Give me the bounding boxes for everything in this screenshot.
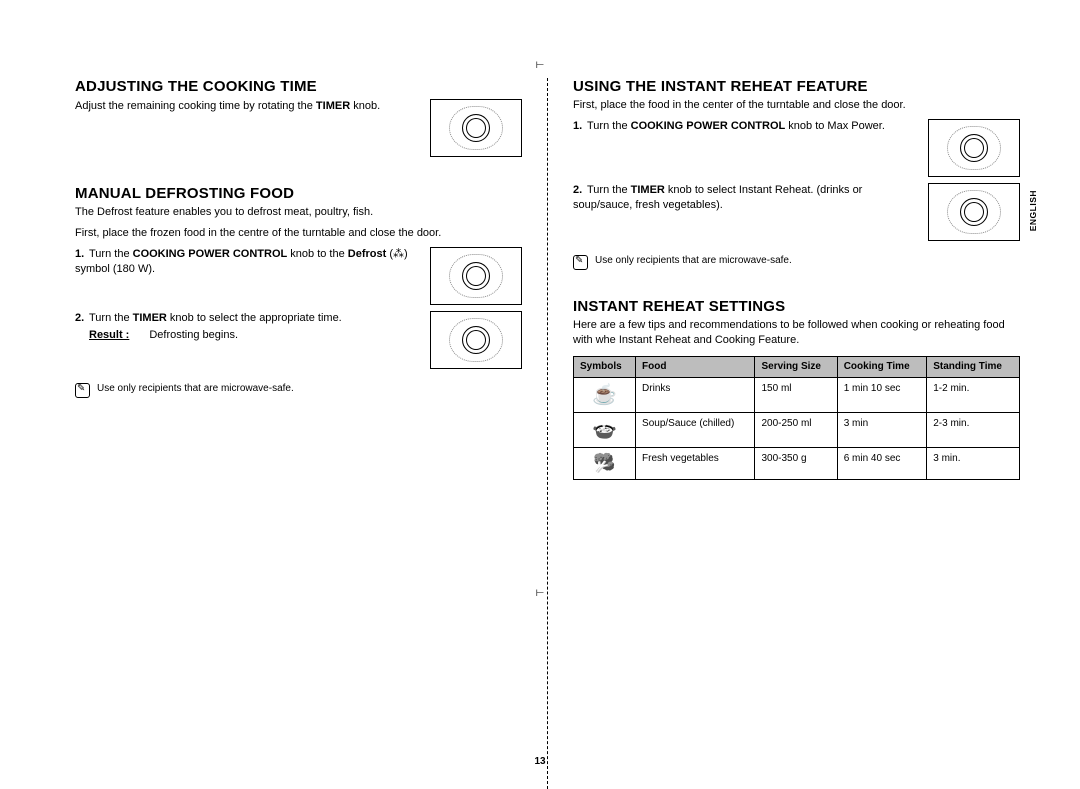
table-row: Drinks 150 ml 1 min 10 sec 1-2 min. bbox=[574, 377, 1020, 412]
reheat-step-2: 2.Turn the TIMER knob to select Instant … bbox=[573, 183, 1020, 241]
defrost-step-2: 2.Turn the TIMER knob to select the appr… bbox=[75, 311, 522, 369]
reheat-step-1: 1.Turn the COOKING POWER CONTROL knob to… bbox=[573, 119, 1020, 177]
defrost-desc2: First, place the frozen food in the cent… bbox=[75, 226, 522, 241]
power-dial-icon bbox=[430, 247, 522, 305]
t: TIMER bbox=[631, 184, 665, 196]
step-text: 2.Turn the TIMER knob to select Instant … bbox=[573, 183, 928, 213]
t: Defrost bbox=[348, 248, 387, 260]
num: 1. bbox=[75, 247, 89, 262]
symbol-cell bbox=[574, 447, 636, 480]
settings-table: Symbols Food Serving Size Cooking Time S… bbox=[573, 356, 1020, 481]
th-food: Food bbox=[636, 356, 755, 377]
adjust-text: Adjust the remaining cooking time by rot… bbox=[75, 99, 430, 114]
settings-desc: Here are a few tips and recommendations … bbox=[573, 318, 1020, 348]
table-row: Fresh vegetables 300-350 g 6 min 40 sec … bbox=[574, 447, 1020, 480]
size-cell: 200-250 ml bbox=[755, 412, 837, 447]
result-text: Defrosting begins. bbox=[149, 329, 238, 341]
page-body: ADJUSTING THE COOKING TIME Adjust the re… bbox=[0, 0, 1080, 789]
th-symbols: Symbols bbox=[574, 356, 636, 377]
timer-dial-icon bbox=[430, 311, 522, 369]
symbol-cell bbox=[574, 412, 636, 447]
table-row: Soup/Sauce (chilled) 200-250 ml 3 min 2-… bbox=[574, 412, 1020, 447]
right-column: USING THE INSTANT REHEAT FEATURE First, … bbox=[547, 78, 1020, 789]
result-line: Result : Defrosting begins. bbox=[75, 328, 422, 343]
bowl-icon bbox=[592, 420, 617, 440]
heading-reheat: USING THE INSTANT REHEAT FEATURE bbox=[573, 78, 1020, 95]
t: Turn the bbox=[587, 184, 631, 196]
adjust-row: Adjust the remaining cooking time by rot… bbox=[75, 99, 522, 157]
stand-cell: 3 min. bbox=[927, 447, 1020, 480]
t: knob to select the appropriate time. bbox=[167, 312, 342, 324]
t: Turn the bbox=[587, 120, 631, 132]
table-header-row: Symbols Food Serving Size Cooking Time S… bbox=[574, 356, 1020, 377]
language-label: ENGLISH bbox=[1028, 190, 1038, 231]
defrost-step-1: 1.Turn the COOKING POWER CONTROL knob to… bbox=[75, 247, 522, 305]
crop-mark-icon: ⊢ bbox=[536, 60, 545, 71]
t: COOKING POWER CONTROL bbox=[133, 248, 288, 260]
t: Turn the bbox=[89, 248, 133, 260]
t: COOKING POWER CONTROL bbox=[631, 120, 786, 132]
heading-defrost: MANUAL DEFROSTING FOOD bbox=[75, 185, 522, 202]
cook-cell: 1 min 10 sec bbox=[837, 377, 927, 412]
th-standing: Standing Time bbox=[927, 356, 1020, 377]
heading-adjusting: ADJUSTING THE COOKING TIME bbox=[75, 78, 522, 95]
size-cell: 150 ml bbox=[755, 377, 837, 412]
crop-mark-icon: ⊢ bbox=[536, 588, 545, 599]
timer-dial-icon bbox=[928, 183, 1020, 241]
page-number: 13 bbox=[0, 756, 1080, 767]
t: knob to the bbox=[287, 248, 348, 260]
t: Turn the bbox=[89, 312, 133, 324]
result-label: Result : bbox=[89, 329, 129, 341]
note-icon bbox=[75, 383, 90, 398]
food-cell: Soup/Sauce (chilled) bbox=[636, 412, 755, 447]
food-cell: Fresh vegetables bbox=[636, 447, 755, 480]
t: knob to Max Power. bbox=[785, 120, 885, 132]
timer-dial-icon bbox=[430, 99, 522, 157]
th-serving: Serving Size bbox=[755, 356, 837, 377]
num: 2. bbox=[75, 311, 89, 326]
heading-settings: INSTANT REHEAT SETTINGS bbox=[573, 298, 1020, 315]
num: 1. bbox=[573, 119, 587, 134]
step-text: 2.Turn the TIMER knob to select the appr… bbox=[75, 311, 430, 343]
stand-cell: 2-3 min. bbox=[927, 412, 1020, 447]
step-text: 1.Turn the COOKING POWER CONTROL knob to… bbox=[75, 247, 430, 277]
reheat-desc: First, place the food in the center of t… bbox=[573, 98, 1020, 113]
food-cell: Drinks bbox=[636, 377, 755, 412]
num: 2. bbox=[573, 183, 587, 198]
power-dial-icon bbox=[928, 119, 1020, 177]
t: knob. bbox=[350, 100, 380, 112]
note-text: Use only recipients that are microwave-s… bbox=[97, 383, 294, 394]
note-row: Use only recipients that are microwave-s… bbox=[573, 255, 1020, 270]
stand-cell: 1-2 min. bbox=[927, 377, 1020, 412]
step-text: 1.Turn the COOKING POWER CONTROL knob to… bbox=[573, 119, 928, 134]
cup-icon bbox=[592, 385, 617, 405]
size-cell: 300-350 g bbox=[755, 447, 837, 480]
defrost-desc1: The Defrost feature enables you to defro… bbox=[75, 205, 522, 220]
t: Adjust the remaining cooking time by rot… bbox=[75, 100, 316, 112]
left-column: ADJUSTING THE COOKING TIME Adjust the re… bbox=[75, 78, 547, 789]
th-cooking: Cooking Time bbox=[837, 356, 927, 377]
t: TIMER bbox=[133, 312, 167, 324]
veg-icon bbox=[593, 453, 615, 473]
symbol-cell bbox=[574, 377, 636, 412]
note-icon bbox=[573, 255, 588, 270]
note-text: Use only recipients that are microwave-s… bbox=[595, 255, 792, 266]
note-row: Use only recipients that are microwave-s… bbox=[75, 383, 522, 398]
cook-cell: 3 min bbox=[837, 412, 927, 447]
t: TIMER bbox=[316, 100, 350, 112]
cook-cell: 6 min 40 sec bbox=[837, 447, 927, 480]
